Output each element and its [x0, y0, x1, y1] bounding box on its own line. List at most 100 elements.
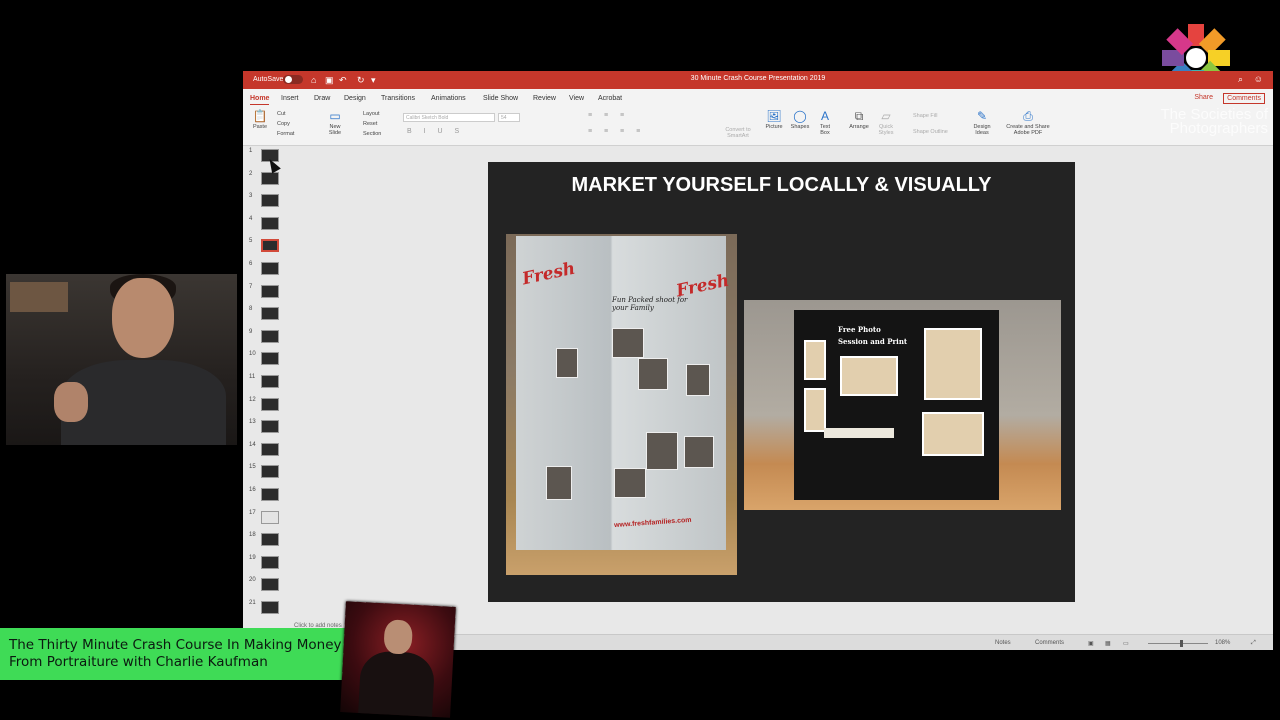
tab-home[interactable]: Home [250, 95, 270, 105]
slide-thumbnail[interactable]: 17 [249, 508, 283, 528]
comments-button[interactable]: Comments [1223, 93, 1265, 104]
slide-thumbnail-image[interactable] [261, 284, 279, 298]
slide-thumbnail-image[interactable] [261, 601, 279, 614]
account-icon[interactable]: ☺ [1254, 74, 1263, 84]
slide-thumbnail[interactable]: 19 [249, 553, 283, 573]
presenter-head [112, 278, 174, 358]
slide-thumbnail-image[interactable] [261, 329, 279, 343]
slide-thumbnail-image[interactable] [261, 420, 279, 434]
slide-thumbnail[interactable]: 21 [249, 598, 283, 618]
slide-title[interactable]: MARKET YOURSELF LOCALLY & VISUALLY [488, 174, 1075, 197]
slide-thumbnail-image[interactable] [261, 239, 279, 253]
tab-slide-show[interactable]: Slide Show [483, 95, 518, 102]
align-buttons[interactable]: ≡ ≡ ≡ ≡ [588, 128, 645, 135]
text-box-button[interactable]: A Text Box [815, 110, 835, 137]
notes-toggle[interactable]: Notes [995, 640, 1011, 646]
tab-acrobat[interactable]: Acrobat [598, 95, 622, 102]
slide-thumbnail-image[interactable] [261, 352, 279, 366]
design-ideas-button[interactable]: ✎ Design Ideas [969, 110, 995, 137]
slide-thumbnail[interactable]: 3 [249, 191, 283, 211]
tab-animations[interactable]: Animations [431, 95, 466, 102]
text-format-buttons[interactable]: B I U S [407, 128, 464, 135]
banner-photo[interactable]: Fresh Fresh Fun Packed shoot for your Fa… [506, 234, 737, 575]
slide-thumbnail[interactable]: 20 [249, 575, 283, 595]
slide-thumbnail[interactable]: 6 [249, 259, 283, 279]
share-button[interactable]: Share [1194, 94, 1213, 101]
slide-thumbnail-image[interactable] [261, 171, 279, 185]
quick-styles-button[interactable]: ▱ Quick Styles [875, 110, 897, 137]
comments-toggle[interactable]: Comments [1035, 640, 1064, 646]
slide-thumbnail[interactable]: 9 [249, 327, 283, 347]
format-painter-button[interactable]: Format [277, 131, 294, 137]
slide-thumbnail[interactable]: 15 [249, 462, 283, 482]
slide-thumbnail[interactable]: 11 [249, 372, 283, 392]
banner-photo-a [612, 328, 644, 358]
banner-photo-e [646, 432, 678, 470]
slide-thumbnail-image[interactable] [261, 397, 279, 411]
slide-thumbnail[interactable]: 5 [249, 236, 283, 256]
slide-thumbnail-image[interactable] [261, 465, 279, 479]
slide-thumbnail[interactable]: 13 [249, 417, 283, 437]
reset-button[interactable]: Reset [363, 121, 377, 127]
tab-design[interactable]: Design [344, 95, 366, 102]
zoom-level[interactable]: 108% [1215, 640, 1230, 646]
list-buttons[interactable]: ≡ ≡ ≡ [588, 112, 629, 119]
fit-slide-icon[interactable]: ⤢ [1251, 640, 1256, 647]
slide-sorter-icon[interactable]: ▦ [1105, 640, 1111, 647]
font-size-select[interactable]: 54 [498, 113, 520, 122]
font-name-select[interactable]: Calibri Sketch Bold [403, 113, 495, 122]
slide-thumbnail-image[interactable] [261, 555, 279, 569]
normal-view-icon[interactable]: ▣ [1088, 640, 1094, 647]
slide-thumbnail[interactable]: 4 [249, 214, 283, 234]
shape-outline-button[interactable]: Shape Outline [913, 129, 948, 135]
slide-number: 12 [249, 396, 256, 403]
slide-thumbnail-image[interactable] [261, 578, 279, 592]
arrange-button[interactable]: ⧉ Arrange [847, 110, 871, 131]
slide-canvas[interactable]: MARKET YOURSELF LOCALLY & VISUALLY Fresh… [488, 162, 1075, 602]
slide-thumbnail-image[interactable] [261, 375, 279, 388]
tab-draw[interactable]: Draw [314, 95, 330, 102]
slide-thumbnail[interactable]: 16 [249, 485, 283, 505]
slide-thumbnail-image[interactable] [261, 488, 279, 501]
slide-thumbnail-panel[interactable]: 1 2 3 4 5 6 7 8 9 10 11 12 13 14 15 16 17 18 19 20 21 [243, 146, 288, 626]
slide-thumbnail[interactable]: 10 [249, 349, 283, 369]
tab-insert[interactable]: Insert [281, 95, 299, 102]
tab-review[interactable]: Review [533, 95, 556, 102]
zoom-slider[interactable] [1148, 640, 1208, 647]
layout-button[interactable]: Layout [363, 111, 380, 117]
slide-number: 14 [249, 441, 256, 448]
picture-icon: 🖼 [766, 109, 782, 123]
slide-thumbnail-image[interactable] [261, 194, 279, 208]
slide-thumbnail-image[interactable] [261, 510, 279, 524]
create-share-pdf-button[interactable]: ⎙ Create and Share Adobe PDF [1003, 110, 1053, 137]
slide-thumbnail[interactable]: 2 [249, 169, 283, 189]
shapes-label: Shapes [790, 124, 810, 130]
slide-thumbnail[interactable]: 14 [249, 440, 283, 460]
cut-button[interactable]: Cut [277, 111, 286, 117]
slide-thumbnail[interactable]: 12 [249, 395, 283, 415]
paste-button[interactable]: 📋 Paste [251, 110, 269, 131]
tab-transitions[interactable]: Transitions [381, 95, 415, 102]
booth-sign: Free Photo Session and Print [838, 325, 908, 346]
picture-button[interactable]: 🖼 Picture [763, 109, 785, 131]
slide-thumbnail[interactable]: 8 [249, 304, 283, 324]
slide-thumbnail-image[interactable] [261, 307, 279, 321]
shapes-button[interactable]: ◯ Shapes [789, 110, 811, 131]
slide-thumbnail-image[interactable] [261, 262, 279, 275]
booth-photo[interactable]: Free Photo Session and Print [744, 300, 1061, 510]
search-icon[interactable]: ⌕ [1238, 74, 1243, 85]
convert-smartart-button[interactable]: Convert to SmartArt [721, 127, 755, 139]
slide-thumbnail-image[interactable] [261, 442, 279, 456]
slide-thumbnail-image[interactable] [261, 216, 279, 230]
new-slide-button[interactable]: ▭ New Slide [323, 110, 347, 137]
slide-thumbnail[interactable]: 18 [249, 530, 283, 550]
tab-view[interactable]: View [569, 95, 584, 102]
copy-button[interactable]: Copy [277, 121, 290, 127]
slide-thumbnail-image[interactable] [261, 533, 279, 547]
title-bar: AutoSave ⌂ ▣ ↶ ↻ ▾ 30 Minute Crash Cours… [243, 71, 1273, 89]
shape-fill-button[interactable]: Shape Fill [913, 113, 937, 119]
slide-thumbnail[interactable]: 7 [249, 282, 283, 302]
reading-view-icon[interactable]: ▭ [1123, 640, 1129, 647]
section-button[interactable]: Section [363, 131, 381, 137]
slide-number: 18 [249, 532, 256, 539]
